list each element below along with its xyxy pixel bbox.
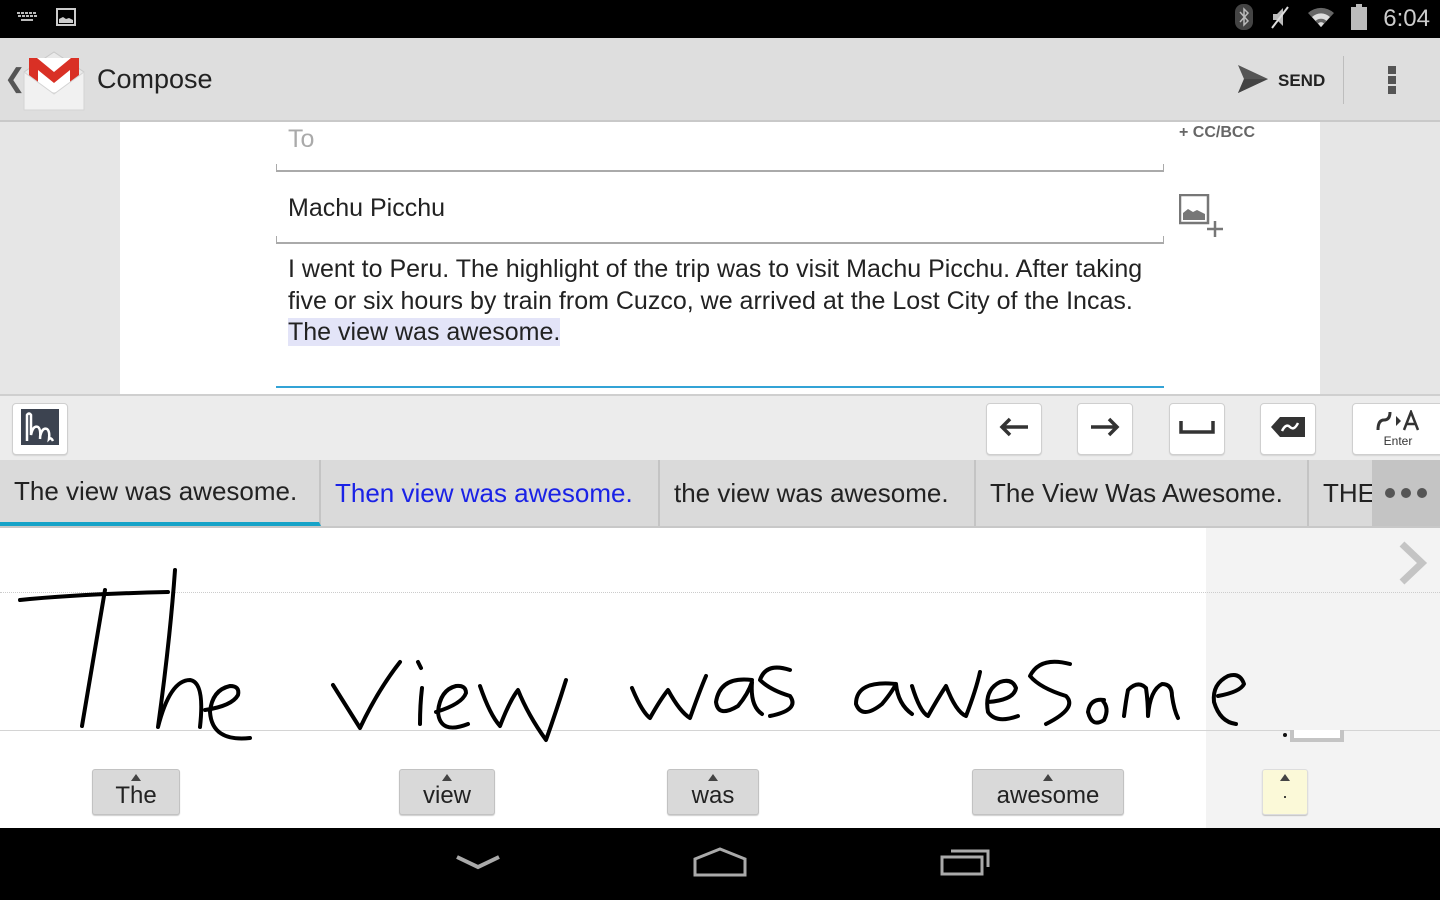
overflow-menu-icon[interactable] bbox=[1380, 62, 1404, 98]
word-chip[interactable]: was bbox=[667, 769, 759, 815]
handwriting-mode-button[interactable] bbox=[12, 403, 68, 455]
caret-up-icon bbox=[442, 774, 452, 781]
status-time: 6:04 bbox=[1383, 5, 1430, 32]
candidate-text: the view was awesome. bbox=[674, 477, 949, 508]
ink-stroke bbox=[985, 678, 1020, 722]
caret-up-icon bbox=[708, 774, 718, 781]
ink-stroke bbox=[80, 588, 107, 728]
ink-stroke bbox=[416, 660, 423, 670]
word-chip-label: was bbox=[691, 782, 735, 809]
ink-stroke bbox=[1086, 697, 1109, 725]
candidate-text: The view was awesome. bbox=[14, 475, 298, 506]
back-button[interactable] bbox=[448, 842, 508, 886]
recent-apps-button[interactable] bbox=[935, 842, 995, 886]
body-field[interactable]: I went to Peru. The highlight of the tri… bbox=[276, 254, 1164, 388]
navigation-bar bbox=[0, 828, 1440, 900]
to-field[interactable] bbox=[276, 122, 1164, 172]
field-corner bbox=[276, 164, 277, 170]
ink-stroke bbox=[854, 681, 914, 716]
ink-stroke bbox=[418, 686, 424, 726]
space-icon bbox=[1179, 419, 1215, 439]
more-candidates-button[interactable] bbox=[1372, 460, 1440, 526]
field-corner bbox=[1163, 164, 1164, 170]
home-icon bbox=[692, 847, 748, 881]
space-indicator bbox=[1290, 730, 1344, 742]
ink-stroke bbox=[910, 670, 982, 718]
send-label: SEND bbox=[1278, 71, 1326, 90]
word-chip[interactable]: view bbox=[399, 769, 495, 815]
ink-stroke bbox=[478, 678, 568, 742]
enter-button[interactable]: Enter bbox=[1352, 403, 1440, 455]
subject-text: Machu Picchu bbox=[288, 194, 446, 222]
caret-up-icon bbox=[1280, 774, 1290, 781]
status-bar: 6:04 bbox=[0, 0, 1440, 38]
app-title: Compose bbox=[97, 64, 213, 94]
send-icon bbox=[1236, 63, 1270, 99]
ink-stroke bbox=[630, 674, 708, 720]
body-highlighted-text: The view was awesome. bbox=[288, 318, 561, 346]
to-input[interactable] bbox=[276, 124, 1164, 154]
send-button[interactable]: SEND bbox=[1236, 60, 1325, 102]
cc-bcc-button[interactable]: + CC/BCC bbox=[1179, 124, 1255, 142]
word-chip-label: . bbox=[1282, 782, 1288, 802]
cursor-right-button[interactable] bbox=[1077, 403, 1133, 455]
action-divider bbox=[1343, 56, 1344, 104]
gmail-icon[interactable] bbox=[20, 46, 88, 112]
subject-field[interactable]: Machu Picchu bbox=[276, 190, 1164, 244]
backspace-button[interactable] bbox=[1260, 403, 1316, 455]
word-chip-label: awesome bbox=[996, 782, 1100, 809]
candidate-item[interactable]: Then view was awesome. bbox=[321, 460, 660, 526]
handwriting-ink bbox=[18, 568, 1246, 742]
field-corner bbox=[1163, 236, 1164, 242]
candidate-item[interactable]: the view was awesome. bbox=[660, 460, 976, 526]
candidate-item[interactable]: The View Was Awesome. bbox=[976, 460, 1309, 526]
word-chip[interactable]: . bbox=[1262, 769, 1308, 815]
cursor-left-button[interactable] bbox=[986, 403, 1042, 455]
word-chip-label: The bbox=[115, 782, 157, 809]
screen: 6:04 ❮ Compose SEND + CC/BCC bbox=[0, 0, 1440, 900]
handwriting-toolbar: Enter bbox=[0, 394, 1440, 460]
caret-up-icon bbox=[131, 774, 141, 781]
recent-apps-icon bbox=[939, 848, 991, 880]
ink-stroke bbox=[434, 683, 470, 730]
ink-stroke bbox=[1122, 682, 1180, 720]
backspace-icon bbox=[1270, 416, 1306, 442]
ink-stroke bbox=[758, 665, 795, 718]
caret-up-icon bbox=[1043, 774, 1053, 781]
image-icon bbox=[56, 8, 76, 30]
arrow-right-icon bbox=[1089, 416, 1121, 442]
candidate-text: Then view was awesome. bbox=[335, 477, 633, 508]
space-button[interactable] bbox=[1169, 403, 1225, 455]
bluetooth-icon bbox=[1235, 4, 1254, 34]
candidate-bar: The view was awesome. Then view was awes… bbox=[0, 460, 1440, 528]
word-chip[interactable]: awesome bbox=[972, 769, 1124, 815]
enter-label: Enter bbox=[1383, 434, 1413, 448]
word-chip[interactable]: The bbox=[92, 769, 180, 815]
enter-icon bbox=[1374, 408, 1422, 436]
back-icon bbox=[455, 854, 501, 874]
candidate-text: The View Was Awesome. bbox=[990, 477, 1283, 508]
field-corner bbox=[276, 236, 277, 242]
vibrate-silent-icon bbox=[1269, 4, 1291, 34]
ink-stroke bbox=[331, 660, 402, 730]
ink-stroke bbox=[1028, 659, 1072, 726]
arrow-left-icon bbox=[998, 416, 1030, 442]
ink-dot bbox=[1283, 733, 1287, 737]
add-image-icon[interactable] bbox=[1178, 193, 1225, 240]
action-bar: ❮ Compose SEND bbox=[0, 38, 1440, 122]
wifi-icon bbox=[1307, 6, 1335, 32]
word-chip-label: view bbox=[422, 782, 471, 809]
ink-stroke bbox=[203, 684, 252, 741]
battery-icon bbox=[1351, 4, 1368, 34]
body-text: I went to Peru. The highlight of the tri… bbox=[288, 255, 1143, 315]
ink-stroke bbox=[714, 677, 764, 716]
ink-stroke bbox=[1211, 673, 1246, 726]
candidate-item[interactable]: The view was awesome. bbox=[0, 460, 321, 526]
ink-stroke bbox=[18, 590, 170, 602]
home-button[interactable] bbox=[690, 842, 750, 886]
keyboard-icon bbox=[16, 10, 38, 29]
handwriting-mode-icon bbox=[21, 409, 59, 449]
